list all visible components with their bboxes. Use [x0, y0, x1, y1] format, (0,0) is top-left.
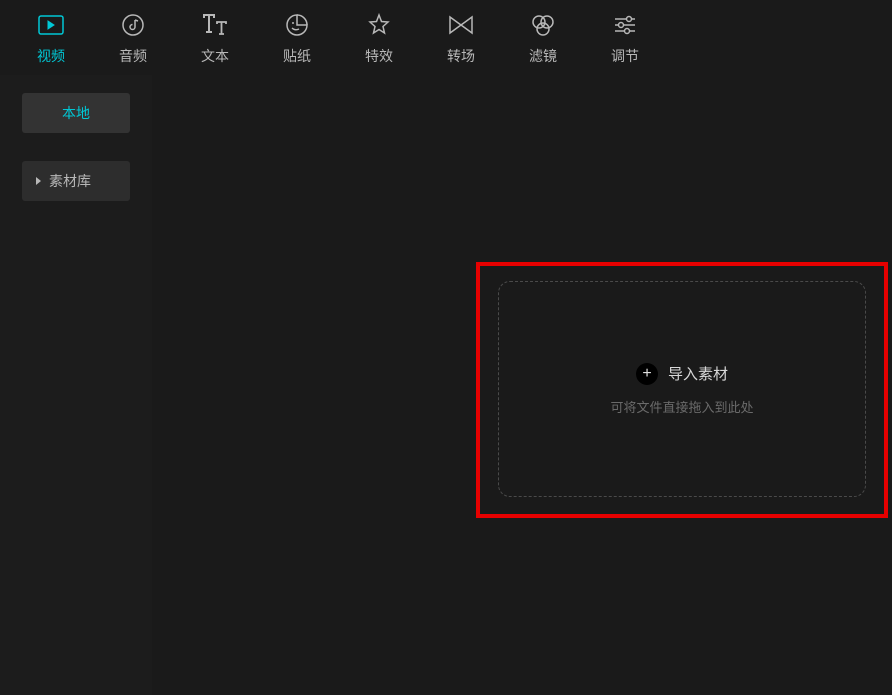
sidebar-item-library[interactable]: 素材库 — [22, 161, 130, 201]
sidebar-item-label: 素材库 — [49, 171, 91, 191]
tab-text[interactable]: 文本 — [174, 0, 256, 75]
video-icon — [38, 10, 64, 40]
sidebar-item-label: 本地 — [62, 103, 90, 123]
plus-icon: + — [636, 363, 658, 385]
tab-label: 滤镜 — [529, 46, 557, 66]
sticker-icon — [285, 10, 309, 40]
top-tab-bar: 视频 音频 文本 贴纸 — [0, 0, 892, 75]
tab-adjust[interactable]: 调节 — [584, 0, 666, 75]
effect-icon — [367, 10, 391, 40]
main-area: 本地 素材库 + 导入素材 可将文件直接拖入到此处 — [0, 75, 892, 695]
tab-video[interactable]: 视频 — [10, 0, 92, 75]
drop-hint: 可将文件直接拖入到此处 — [610, 397, 753, 416]
tab-label: 调节 — [611, 46, 639, 66]
tab-effect[interactable]: 特效 — [338, 0, 420, 75]
tab-sticker[interactable]: 贴纸 — [256, 0, 338, 75]
tab-audio[interactable]: 音频 — [92, 0, 174, 75]
tab-label: 文本 — [201, 46, 229, 66]
import-line: + 导入素材 — [636, 363, 728, 385]
sidebar: 本地 素材库 — [0, 75, 152, 695]
tab-label: 视频 — [37, 46, 65, 66]
import-drop-zone[interactable]: + 导入素材 可将文件直接拖入到此处 — [498, 281, 866, 497]
tab-transition[interactable]: 转场 — [420, 0, 502, 75]
tab-label: 特效 — [365, 46, 393, 66]
adjust-icon — [613, 10, 637, 40]
chevron-right-icon — [36, 177, 41, 185]
audio-icon — [121, 10, 145, 40]
text-icon — [202, 10, 228, 40]
sidebar-item-local[interactable]: 本地 — [22, 93, 130, 133]
tab-label: 转场 — [447, 46, 475, 66]
filter-icon — [530, 10, 556, 40]
content-area: + 导入素材 可将文件直接拖入到此处 — [152, 75, 892, 695]
tab-label: 贴纸 — [283, 46, 311, 66]
import-label: 导入素材 — [668, 363, 728, 384]
tab-filter[interactable]: 滤镜 — [502, 0, 584, 75]
tab-label: 音频 — [119, 46, 147, 66]
transition-icon — [448, 10, 474, 40]
